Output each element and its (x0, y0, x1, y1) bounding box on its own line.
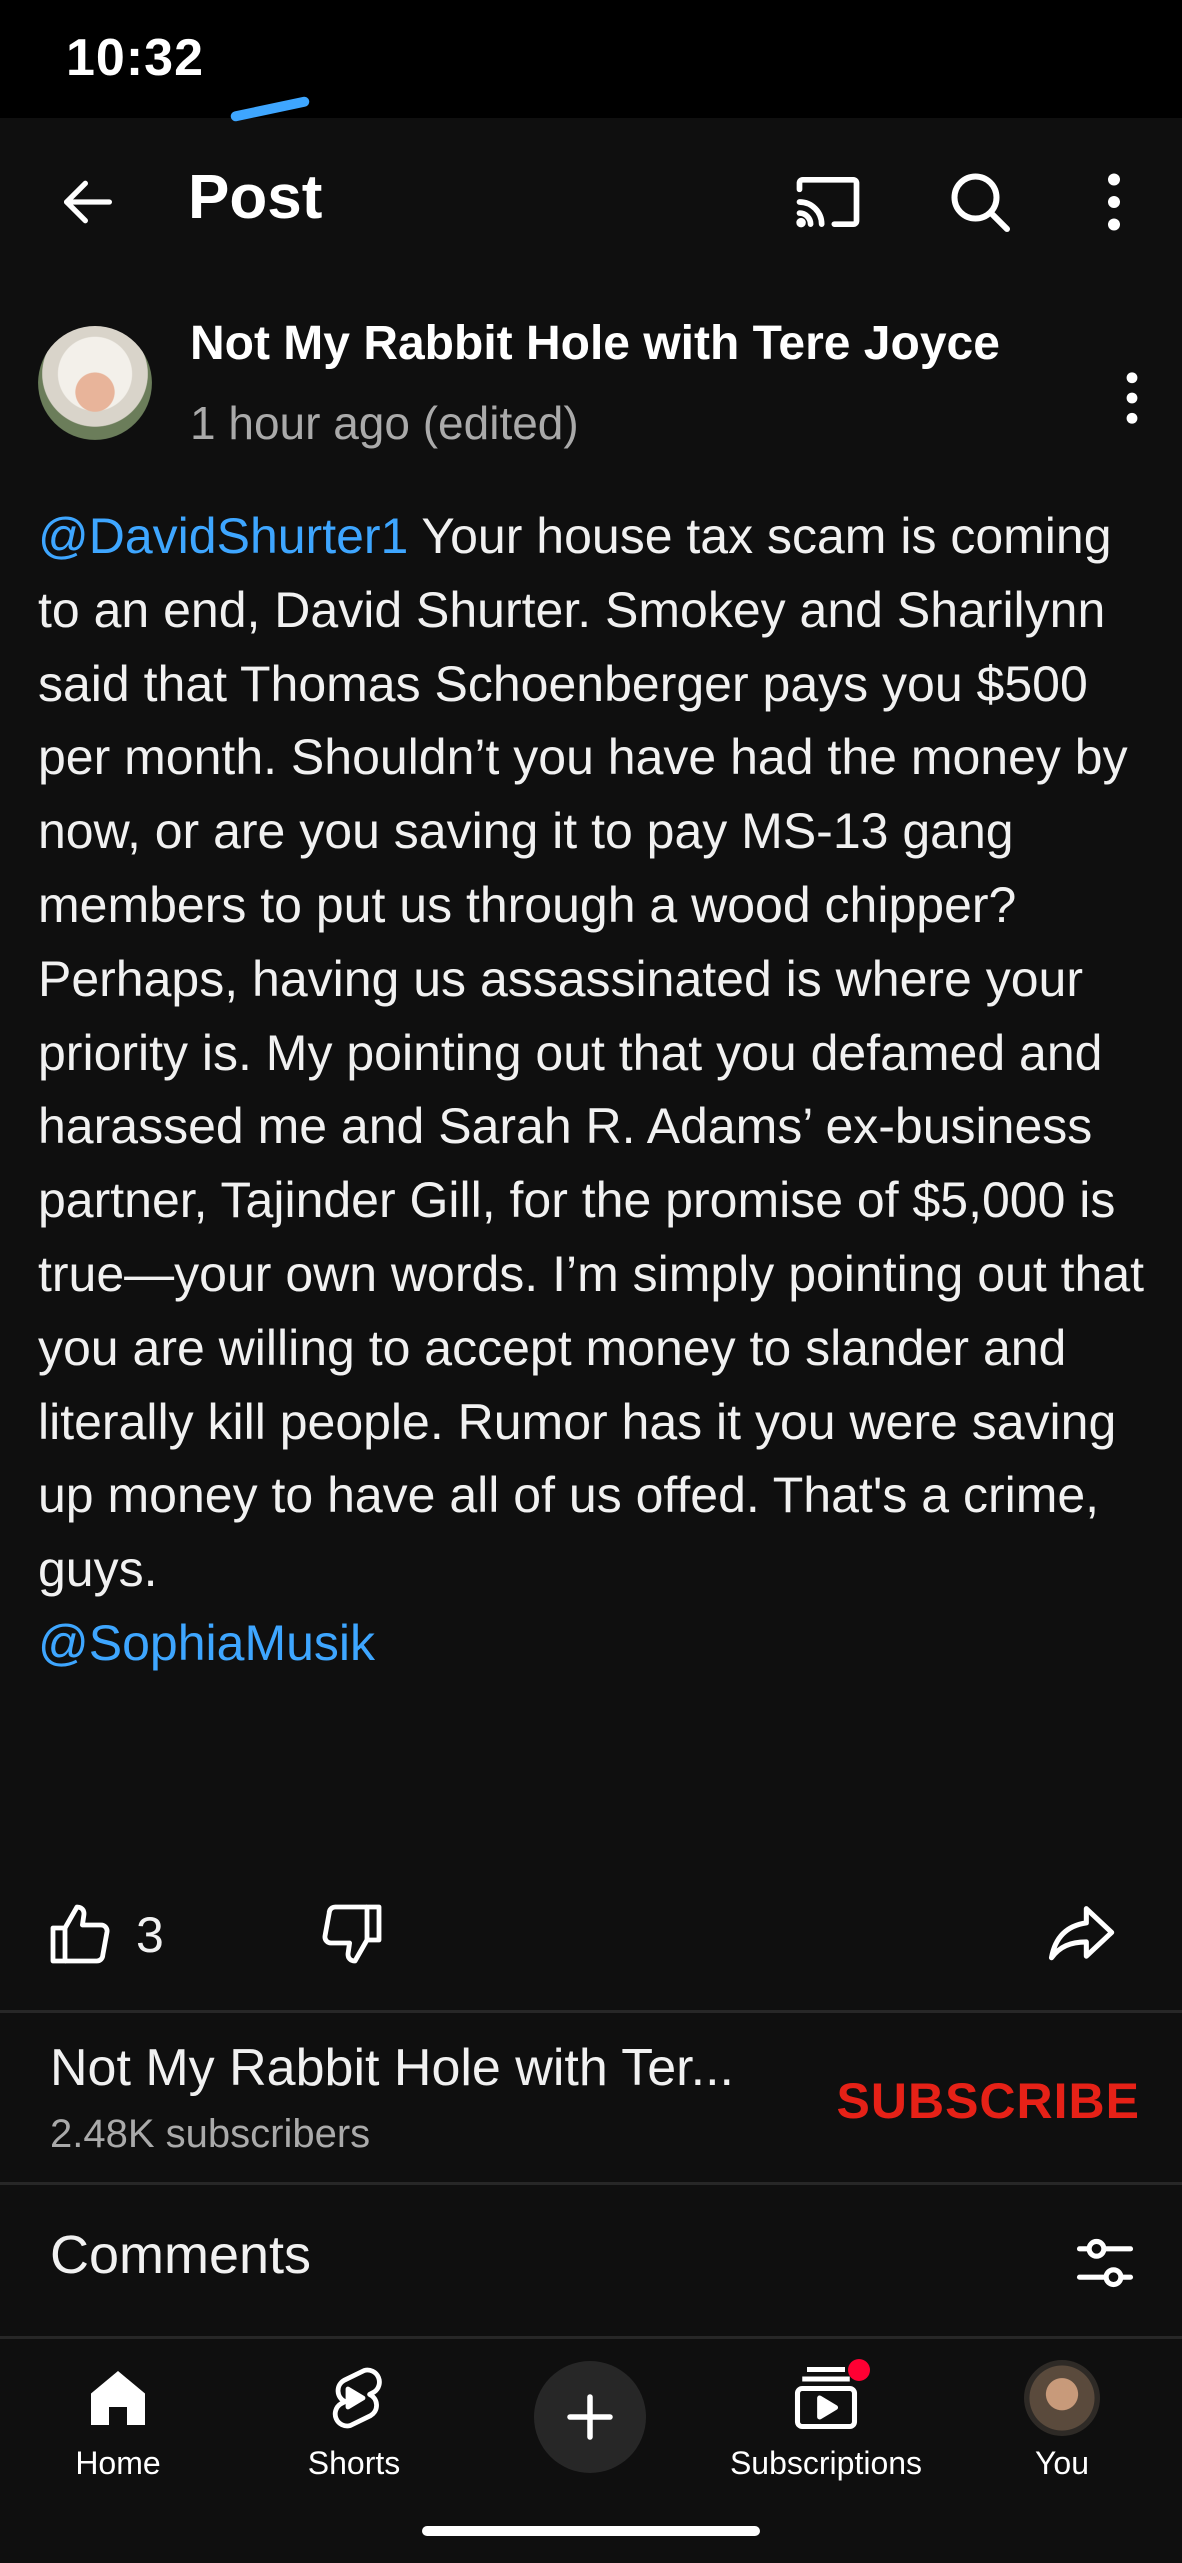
subscriptions-icon (788, 2353, 870, 2443)
nav-you[interactable]: You (962, 2353, 1162, 2493)
page-title: Post (188, 163, 323, 232)
channel-name[interactable]: Not My Rabbit Hole with Tere Joyce (190, 316, 1000, 371)
mention-link[interactable]: @SophiaMusik (38, 1615, 375, 1671)
subscriber-count: 2.48K subscribers (50, 2112, 371, 2156)
like-count: 3 (136, 1907, 164, 1963)
nav-label: Shorts (307, 2445, 401, 2481)
nav-label: You (1035, 2445, 1089, 2481)
cast-icon[interactable] (780, 154, 876, 250)
nav-home[interactable]: Home (18, 2353, 218, 2493)
post-text: @DavidShurter1 Your house tax scam is co… (38, 500, 1148, 1681)
create-plus-icon (534, 2361, 646, 2473)
top-app-bar: Post (0, 118, 1182, 276)
dislike-icon[interactable] (302, 1884, 402, 1984)
post-actions: 3 (0, 1880, 1182, 1990)
channel-row[interactable]: Not My Rabbit Hole with Ter... 2.48K sub… (0, 2014, 1182, 2182)
post-header: Not My Rabbit Hole with Tere Joyce 1 hou… (0, 310, 1182, 470)
avatar (1024, 2353, 1100, 2443)
more-vert-icon[interactable] (1066, 154, 1162, 250)
channel-row-name[interactable]: Not My Rabbit Hole with Ter... (50, 2038, 810, 2098)
nav-shorts[interactable]: Shorts (254, 2353, 454, 2493)
divider (0, 2010, 1182, 2013)
status-bar: 10:32 (0, 0, 1182, 123)
home-indicator[interactable] (422, 2526, 760, 2536)
post-body-text: Your house tax scam is coming to an end,… (38, 508, 1145, 1598)
status-time: 10:32 (66, 29, 204, 87)
shorts-icon (318, 2353, 390, 2443)
comments-header[interactable]: Comments (0, 2184, 1182, 2334)
comments-label: Comments (50, 2225, 312, 2285)
post-more-vert-icon[interactable] (1094, 350, 1170, 446)
nav-create[interactable] (490, 2353, 690, 2493)
like-icon[interactable] (30, 1884, 130, 1984)
home-icon (82, 2353, 154, 2443)
back-arrow-icon[interactable] (40, 154, 136, 250)
subscribe-button[interactable]: SUBSCRIBE (820, 2056, 1140, 2146)
mention-link[interactable]: @DavidShurter1 (38, 508, 408, 564)
search-icon[interactable] (932, 154, 1028, 250)
nav-label: Home (75, 2445, 161, 2481)
channel-avatar[interactable] (38, 326, 152, 440)
post-time: 1 hour ago (edited) (190, 397, 579, 449)
sort-filter-icon[interactable] (1060, 2218, 1150, 2308)
nav-label: Subscriptions (729, 2445, 923, 2481)
notification-dot (848, 2359, 870, 2381)
share-icon[interactable] (1030, 1884, 1130, 1984)
nav-subscriptions[interactable]: Subscriptions (726, 2353, 926, 2493)
